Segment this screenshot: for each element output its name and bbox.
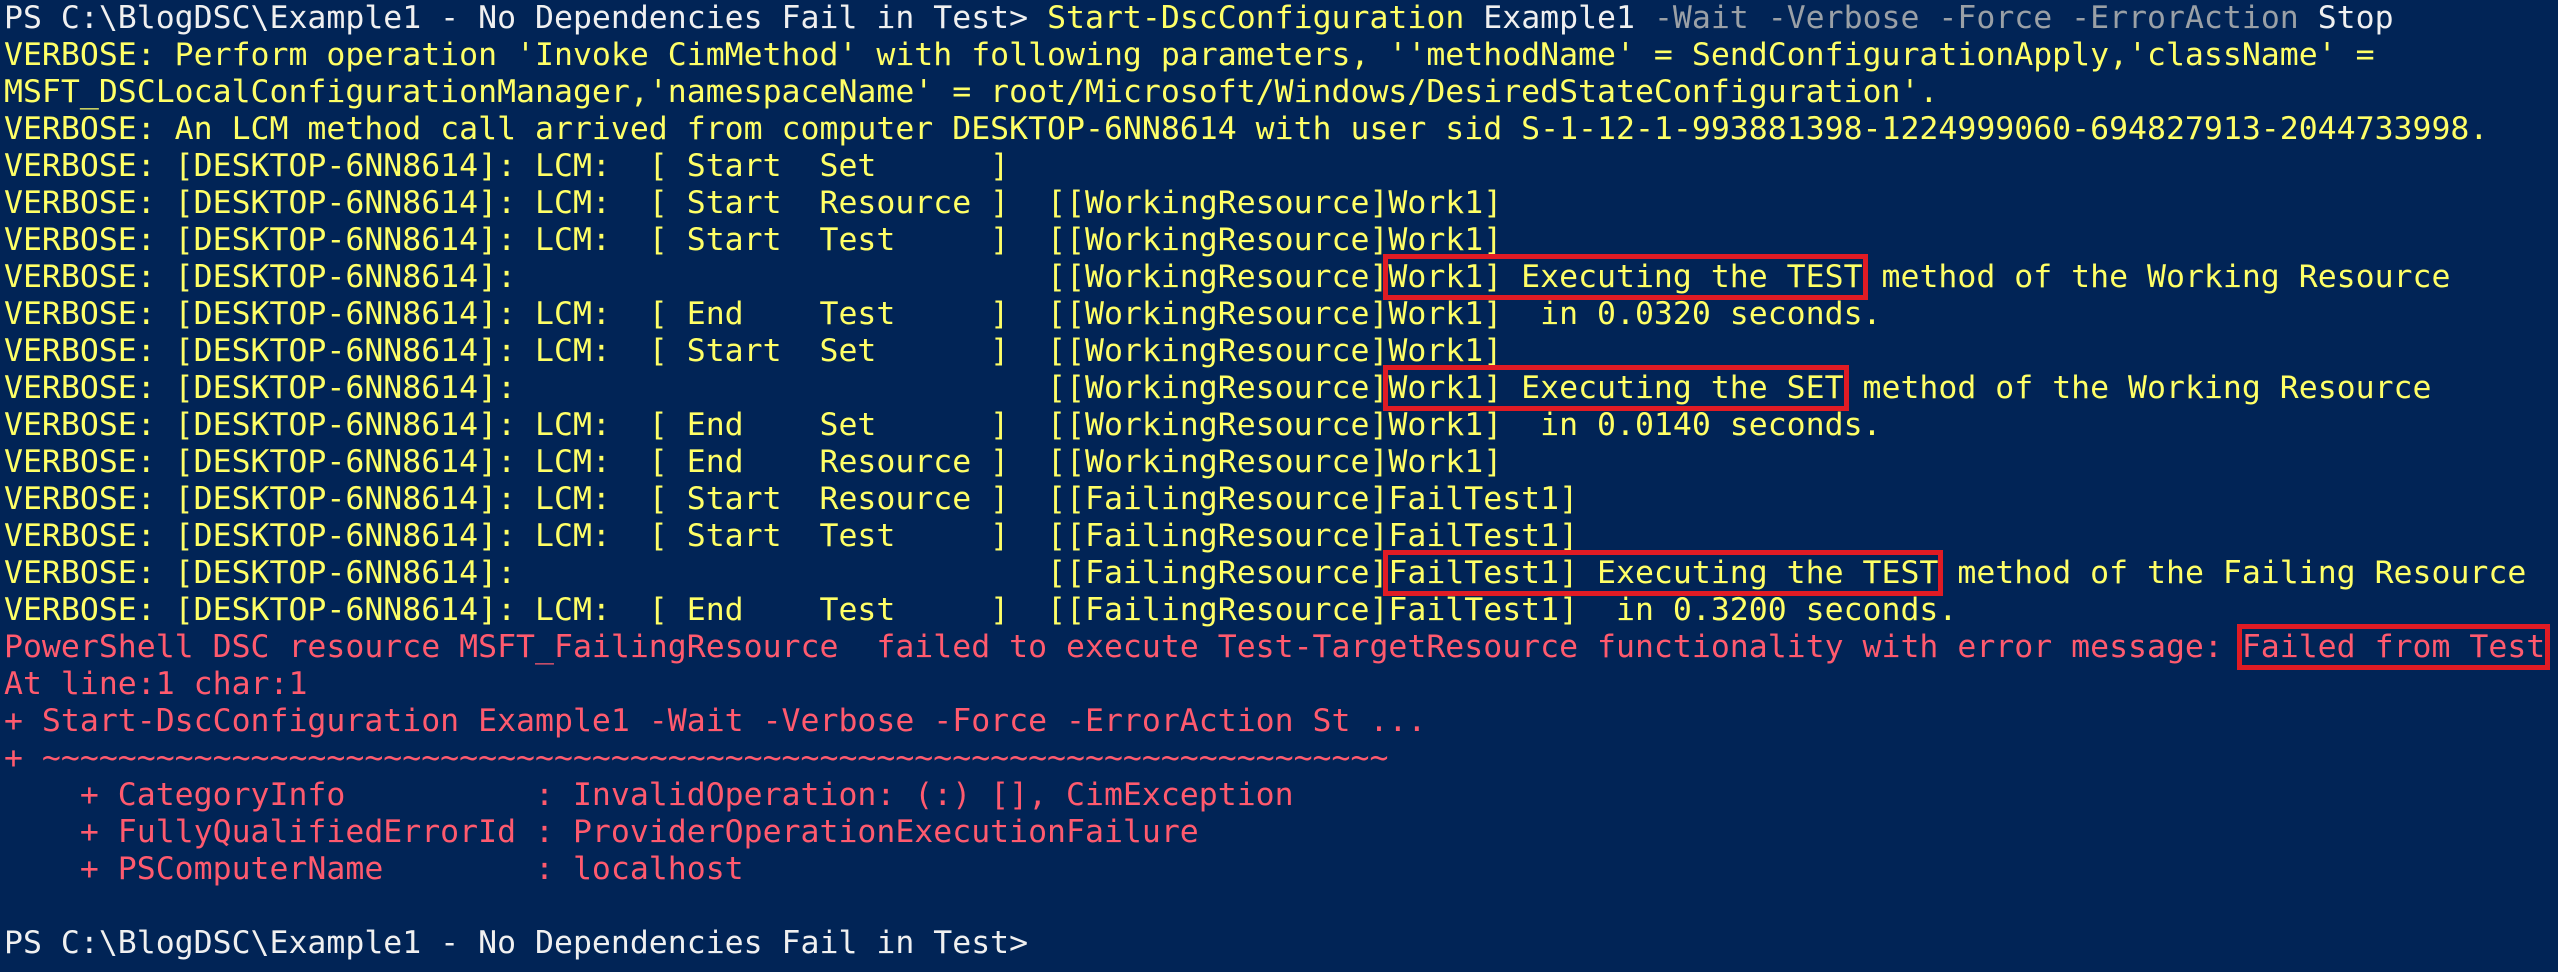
verbose-suffix: method of the Working Resource [1862, 259, 2451, 295]
highlight-box: FailTest1] Executing the TEST [1383, 550, 1944, 596]
verbose-line-highlighted: VERBOSE: [DESKTOP-6NN8614]: [[WorkingRes… [4, 254, 2558, 300]
command-params: -Wait -Verbose -Force -ErrorAction [1653, 0, 2299, 36]
verbose-line: VERBOSE: [DESKTOP-6NN8614]: LCM: [ Start… [4, 148, 1010, 184]
error-detail-line: + FullyQualifiedErrorId : ProviderOperat… [4, 814, 1199, 850]
error-detail-line: + Start-DscConfiguration Example1 -Wait … [4, 703, 1427, 739]
verbose-line: VERBOSE: [DESKTOP-6NN8614]: LCM: [ End S… [4, 407, 1882, 443]
powershell-terminal[interactable]: PS C:\BlogDSC\Example1 - No Dependencies… [0, 0, 2558, 972]
error-message-line: PowerShell DSC resource MSFT_FailingReso… [4, 624, 2558, 670]
command-arg: Example1 [1464, 0, 1654, 36]
verbose-line: VERBOSE: [DESKTOP-6NN8614]: LCM: [ Start… [4, 481, 1579, 517]
error-detail-line: + PSComputerName : localhost [4, 851, 744, 887]
error-detail-line: At line:1 char:1 [4, 666, 308, 702]
highlight-box: Work1] Executing the SET [1383, 365, 1849, 411]
error-detail-line: + CategoryInfo : InvalidOperation: (:) [… [4, 777, 1294, 813]
prompt-text: PS C:\BlogDSC\Example1 - No Dependencies… [4, 0, 1048, 36]
command-name: Start-DscConfiguration [1047, 0, 1465, 36]
verbose-prefix: VERBOSE: [DESKTOP-6NN8614]: [[FailingRes… [4, 555, 1389, 591]
verbose-prefix: VERBOSE: [DESKTOP-6NN8614]: [[WorkingRes… [4, 370, 1389, 406]
highlight-box: Work1] Executing the TEST [1383, 254, 1868, 300]
verbose-line: VERBOSE: [DESKTOP-6NN8614]: LCM: [ End T… [4, 592, 1958, 628]
error-highlight-box: Failed from Test [2236, 624, 2551, 670]
verbose-line: VERBOSE: [DESKTOP-6NN8614]: LCM: [ End R… [4, 444, 1503, 480]
verbose-line-highlighted: VERBOSE: [DESKTOP-6NN8614]: [[FailingRes… [4, 550, 2558, 596]
verbose-prefix: VERBOSE: [DESKTOP-6NN8614]: [[WorkingRes… [4, 259, 1389, 295]
verbose-line-highlighted: VERBOSE: [DESKTOP-6NN8614]: [[WorkingRes… [4, 365, 2558, 411]
verbose-line: VERBOSE: [DESKTOP-6NN8614]: LCM: [ Start… [4, 222, 1503, 258]
verbose-line: VERBOSE: [DESKTOP-6NN8614]: LCM: [ Start… [4, 518, 1579, 554]
command-line: PS C:\BlogDSC\Example1 - No Dependencies… [4, 0, 2558, 37]
verbose-line: VERBOSE: An LCM method call arrived from… [4, 111, 2489, 147]
verbose-line: VERBOSE: [DESKTOP-6NN8614]: LCM: [ Start… [4, 185, 1503, 221]
verbose-line: VERBOSE: [DESKTOP-6NN8614]: LCM: [ End T… [4, 296, 1882, 332]
verbose-suffix: method of the Failing Resource [1938, 555, 2527, 591]
error-detail-line: + ~~~~~~~~~~~~~~~~~~~~~~~~~~~~~~~~~~~~~~… [4, 740, 1389, 776]
error-message-text: PowerShell DSC resource MSFT_FailingReso… [4, 629, 2242, 665]
verbose-line: VERBOSE: [DESKTOP-6NN8614]: LCM: [ Start… [4, 333, 1503, 369]
command-value: Stop [2298, 0, 2394, 36]
verbose-suffix: method of the Working Resource [1843, 370, 2432, 406]
final-prompt[interactable]: PS C:\BlogDSC\Example1 - No Dependencies… [4, 925, 2558, 962]
verbose-line: MSFT_DSCLocalConfigurationManager,'names… [4, 74, 1939, 110]
verbose-line: VERBOSE: Perform operation 'Invoke CimMe… [4, 37, 2375, 73]
